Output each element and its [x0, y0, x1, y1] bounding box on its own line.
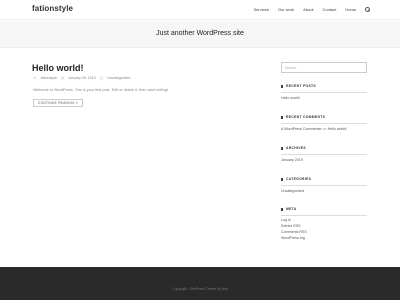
- categories-title: CATEGORIES: [281, 177, 311, 181]
- copyright-text: Copyright - OnePress Theme by Ned: [172, 287, 228, 291]
- nav-item-about[interactable]: About: [303, 7, 313, 12]
- nav-item-contact[interactable]: Contact: [323, 7, 337, 12]
- meta-item-login[interactable]: Log in: [281, 218, 291, 222]
- meta-item-entries-rss[interactable]: Entries RSS: [281, 224, 301, 228]
- nav-item-our-work[interactable]: Our work: [278, 7, 294, 12]
- recent-comment-item: A WordPress Commenter on Hello world!: [281, 127, 346, 131]
- calendar-icon: ◷: [60, 76, 64, 80]
- recent-posts-title: RECENT POSTS: [281, 84, 316, 88]
- divider: [281, 185, 367, 186]
- comment-author[interactable]: A WordPress Commenter: [281, 127, 322, 131]
- post-meta: ☺ fationstyle ◷ January 28, 2019 ▢ Uncat…: [33, 76, 130, 80]
- site-title[interactable]: fationstyle: [32, 4, 73, 13]
- sidebar-search-input[interactable]: Search: [281, 62, 367, 73]
- post-title[interactable]: Hello world!: [32, 63, 84, 73]
- comment-on-label: on: [322, 127, 327, 131]
- recent-post-item[interactable]: Hello world!: [281, 96, 300, 100]
- meta-title: META: [281, 207, 297, 211]
- site-tagline: Just another WordPress site: [156, 30, 244, 37]
- nav-item-services[interactable]: Services: [254, 7, 269, 12]
- continue-reading-button[interactable]: CONTINUE READING »: [33, 99, 84, 107]
- post-author[interactable]: fationstyle: [41, 76, 57, 80]
- post-date[interactable]: January 28, 2019: [68, 76, 96, 80]
- search-icon[interactable]: [365, 7, 370, 12]
- recent-comments-title: RECENT COMMENTS: [281, 115, 325, 119]
- site-header: fationstyle Services Our work About Cont…: [0, 0, 400, 20]
- post-category[interactable]: Uncategorized: [107, 76, 130, 80]
- folder-icon: ▢: [99, 76, 104, 80]
- meta-item-wordpress-org[interactable]: WordPress.org: [281, 236, 305, 240]
- category-item[interactable]: Uncategorized: [281, 189, 304, 193]
- divider: [281, 215, 367, 216]
- site-footer: Copyright - OnePress Theme by Ned: [0, 267, 400, 300]
- post-excerpt: Welcome to WordPress. This is your first…: [33, 88, 169, 92]
- comment-post-link[interactable]: Hello world!: [328, 127, 347, 131]
- divider: [281, 123, 367, 124]
- meta-item-comments-rss[interactable]: Comments RSS: [281, 230, 307, 234]
- tagline-band: Just another WordPress site: [0, 21, 400, 48]
- divider: [281, 154, 367, 155]
- author-icon: ☺: [33, 76, 37, 80]
- archives-title: ARCHIVES: [281, 146, 306, 150]
- divider: [281, 92, 367, 93]
- nav-item-home[interactable]: Home: [345, 7, 356, 12]
- archive-item[interactable]: January 2019: [281, 158, 303, 162]
- main-nav: Services Our work About Contact Home: [254, 7, 370, 12]
